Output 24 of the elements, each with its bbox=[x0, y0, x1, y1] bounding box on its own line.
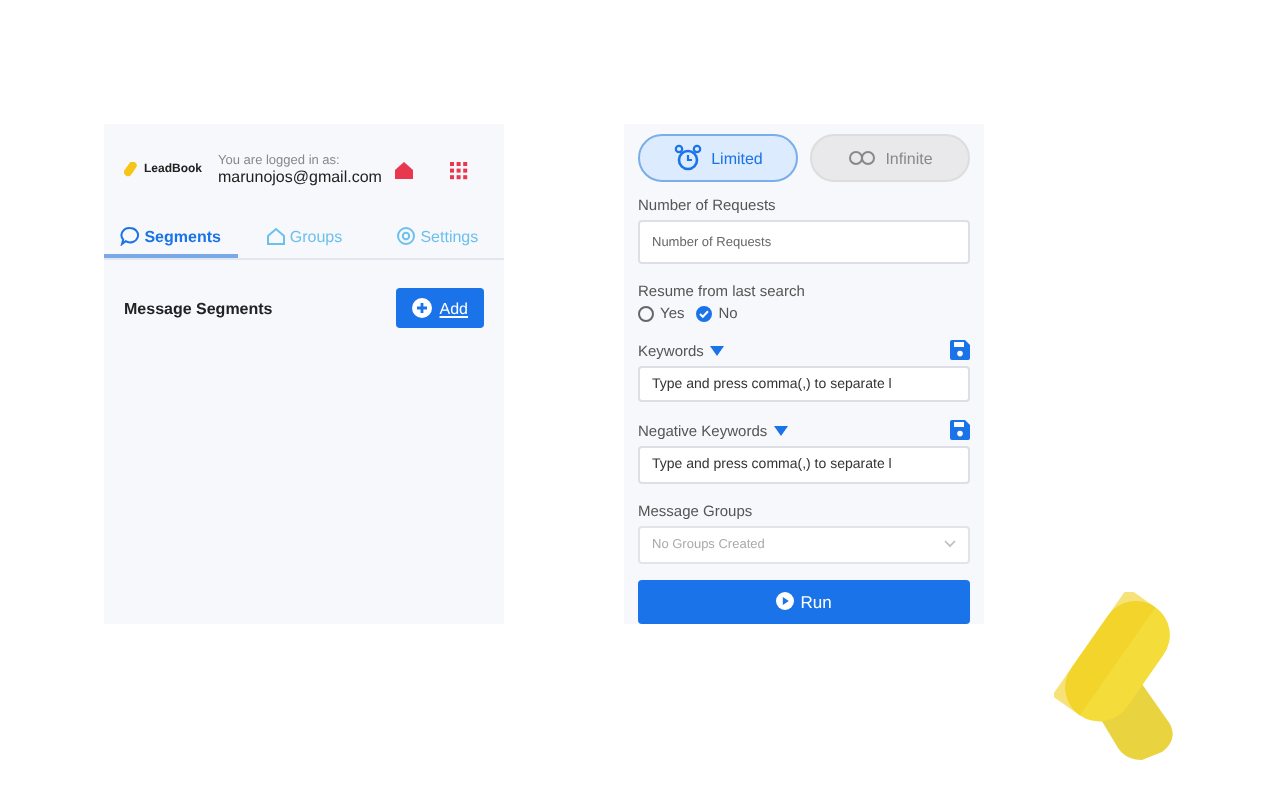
tab[interactable]: Segments bbox=[104, 220, 238, 258]
alarm-clock-icon bbox=[673, 144, 702, 172]
mode-toggle[interactable]: Limited bbox=[638, 134, 798, 182]
radio-icon[interactable] bbox=[638, 305, 654, 321]
infinity-icon bbox=[847, 150, 876, 166]
run-button[interactable]: Run bbox=[638, 579, 970, 624]
caret-icon[interactable] bbox=[773, 425, 788, 436]
chat-icon bbox=[120, 226, 141, 246]
plus-icon bbox=[411, 298, 432, 318]
save-icon[interactable] bbox=[950, 420, 970, 441]
user-email: marunojos@gmail.com bbox=[218, 168, 384, 186]
apps-grid-icon[interactable] bbox=[450, 161, 468, 179]
add-button[interactable]: Add bbox=[395, 288, 484, 328]
mode-toggle[interactable]: Infinite bbox=[810, 134, 970, 182]
save-icon[interactable] bbox=[950, 340, 970, 360]
logo-icon bbox=[124, 161, 140, 179]
home-icon[interactable] bbox=[394, 160, 414, 180]
play-icon bbox=[776, 592, 795, 611]
caret-icon[interactable] bbox=[709, 345, 724, 355]
radio-icon[interactable] bbox=[696, 305, 713, 321]
gear-icon bbox=[396, 226, 417, 246]
chevron-icon bbox=[944, 540, 956, 549]
home-icon bbox=[265, 226, 286, 246]
section-title: Message Segments bbox=[124, 299, 273, 317]
